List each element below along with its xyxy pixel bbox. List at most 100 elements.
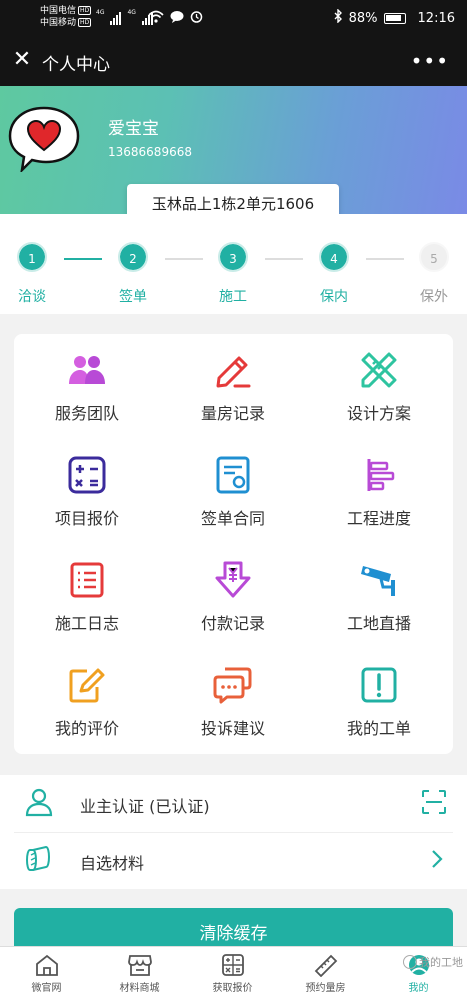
- grid-item-complaint[interactable]: 投诉建议: [160, 649, 306, 754]
- more-options-icon[interactable]: •••: [411, 49, 449, 73]
- step-label: 签单: [119, 289, 147, 305]
- grid-item-site-live[interactable]: 工地直播: [306, 544, 452, 649]
- grid-item-contract[interactable]: 签单合同: [160, 439, 306, 544]
- step-1: 1 洽谈: [2, 242, 62, 306]
- gantt-icon: [367, 459, 395, 491]
- tab-quote[interactable]: 获取报价: [186, 951, 279, 994]
- camera-icon: [361, 566, 395, 596]
- carrier-2: 中国移动 HD: [40, 18, 92, 28]
- tab-home[interactable]: 微官网: [0, 951, 93, 994]
- pencil-icon: [216, 356, 251, 388]
- close-icon[interactable]: ✕: [12, 49, 32, 71]
- shop-icon: [127, 955, 152, 976]
- grid-item-label: 设计方案: [346, 404, 411, 423]
- ruler-pencil-icon: [361, 352, 397, 388]
- function-grid: 服务团队 量房记录 设计方案 项目报价 签单合同 工程进度 施工日志 付款记录 …: [14, 334, 453, 754]
- settings-list: 业主认证 (已认证) 自选材料: [0, 775, 467, 889]
- wifi-icon: [148, 10, 164, 26]
- grid-item-construction-log[interactable]: 施工日志: [14, 544, 160, 649]
- step-connector: [366, 258, 404, 260]
- step-connector: [165, 258, 203, 260]
- payment-icon: [215, 561, 251, 598]
- grid-item-label: 服务团队: [54, 404, 119, 423]
- clock: 12:16: [417, 10, 455, 26]
- status-bar: 中国电信 HD 中国移动 HD 4G 4G 88% 12:16: [0, 0, 467, 36]
- step-number: 4: [319, 242, 349, 272]
- step-3: 3 施工: [203, 242, 263, 306]
- grid-item-project-quote[interactable]: 项目报价: [14, 439, 160, 544]
- grid-item-measure-record[interactable]: 量房记录: [160, 334, 306, 439]
- grid-item-my-review[interactable]: 我的评价: [14, 649, 160, 754]
- owner-certify-row[interactable]: 业主认证 (已认证): [14, 775, 453, 832]
- bottom-tab-bar: 微官网 材料商城 获取报价 预约量房 我的: [0, 946, 467, 1000]
- owner-certify-label: 业主认证 (已认证): [80, 797, 210, 816]
- grid-item-label: 我的评价: [54, 719, 119, 738]
- avatar[interactable]: [6, 104, 82, 174]
- step-label: 洽谈: [18, 289, 46, 305]
- signal-icon: 4G 4G: [96, 9, 153, 25]
- grid-item-progress[interactable]: 工程进度: [306, 439, 452, 544]
- tab-label: 预约量房: [305, 983, 346, 994]
- carrier-1: 中国电信 HD: [40, 6, 92, 16]
- battery-icon: [383, 12, 406, 24]
- battery-percent: 88%: [348, 10, 378, 26]
- grid-item-label: 项目报价: [54, 509, 119, 528]
- status-right: 88% 12:16: [334, 8, 455, 27]
- tab-label: 微官网: [31, 983, 62, 994]
- user-icon: [25, 788, 53, 817]
- grid-item-service-team[interactable]: 服务团队: [14, 334, 160, 439]
- tab-booking[interactable]: 预约量房: [279, 951, 372, 994]
- alarm-icon: [190, 10, 203, 26]
- watermark-logo: [403, 955, 417, 969]
- custom-materials-row[interactable]: 自选材料: [14, 832, 453, 889]
- step-number: 3: [218, 242, 248, 272]
- grid-item-label: 付款记录: [200, 614, 265, 633]
- tab-label: 材料商城: [119, 983, 160, 994]
- notification-icons: [148, 10, 203, 26]
- tab-mall[interactable]: 材料商城: [93, 951, 186, 994]
- ruler-icon: [314, 954, 337, 977]
- step-connector: [265, 258, 303, 260]
- team-icon: [69, 356, 105, 384]
- materials-icon: [26, 845, 50, 871]
- calculator-icon: [68, 456, 106, 494]
- grid-item-label: 签单合同: [200, 509, 265, 528]
- title-bar: ✕ 个人中心 •••: [0, 36, 467, 86]
- step-label: 施工: [219, 289, 247, 305]
- message-icon: [170, 10, 184, 26]
- home-icon: [35, 954, 58, 976]
- step-4: 4 保内: [304, 242, 364, 306]
- scan-icon[interactable]: [421, 789, 447, 815]
- grid-item-payment-record[interactable]: 付款记录: [160, 544, 306, 649]
- grid-item-design-plan[interactable]: 设计方案: [306, 334, 452, 439]
- step-label: 保内: [320, 289, 348, 305]
- step-number: 5: [419, 242, 449, 272]
- user-phone: 13686689668: [108, 145, 192, 159]
- chat-icon: [213, 667, 252, 704]
- heart-bubble-icon: [8, 106, 80, 174]
- calculator-tab-icon: [221, 954, 244, 976]
- grid-item-my-ticket[interactable]: 我的工单: [306, 649, 452, 754]
- grid-item-label: 量房记录: [200, 404, 265, 423]
- bluetooth-icon: [334, 8, 343, 27]
- contract-icon: [216, 456, 250, 494]
- page-title: 个人中心: [42, 55, 110, 75]
- step-number: 2: [118, 242, 148, 272]
- step-2: 2 签单: [103, 242, 163, 306]
- tab-label: 获取报价: [212, 983, 253, 994]
- chevron-right-icon: [432, 850, 443, 868]
- custom-materials-label: 自选材料: [80, 854, 145, 873]
- user-name: 爱宝宝: [108, 119, 159, 139]
- log-icon: [70, 562, 104, 598]
- progress-steps: 1 洽谈 2 签单 3 施工 4 保内 5 保外: [0, 214, 467, 314]
- alert-icon: [361, 667, 397, 703]
- review-icon: [69, 668, 105, 703]
- step-label: 保外: [420, 289, 448, 305]
- grid-item-label: 投诉建议: [200, 719, 265, 738]
- grid-item-label: 工程进度: [346, 509, 411, 528]
- tab-label: 我的: [408, 983, 429, 994]
- grid-item-label: 工地直播: [346, 614, 411, 633]
- grid-item-label: 施工日志: [54, 614, 119, 633]
- watermark: 我的工地: [403, 954, 463, 970]
- grid-item-label: 我的工单: [346, 719, 411, 738]
